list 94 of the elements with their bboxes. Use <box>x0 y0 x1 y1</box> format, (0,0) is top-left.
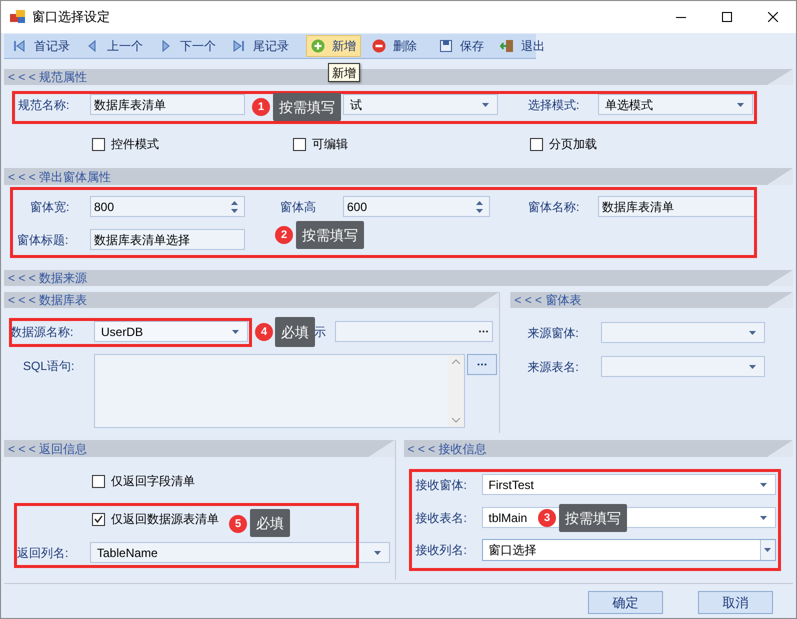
section-header: < < < 数据来源 <box>4 270 793 286</box>
step-badge: 1 <box>252 98 270 116</box>
section-header: < < < 返回信息 <box>4 440 394 457</box>
field-label: SQL语句: <box>23 358 76 375</box>
text-field[interactable]: 数据库表清单 <box>90 94 245 115</box>
dialog-button[interactable]: 取消 <box>698 591 773 614</box>
number-field[interactable]: 800 <box>90 196 245 217</box>
close-icon <box>768 12 778 22</box>
checkbox[interactable] <box>92 512 105 526</box>
door-icon <box>500 39 514 53</box>
caret-icon <box>760 516 766 520</box>
field-label: 窗体标题: <box>17 232 70 248</box>
dropdown[interactable]: 试 <box>343 94 498 115</box>
browse-field[interactable] <box>335 321 493 342</box>
minimize-icon <box>676 16 686 18</box>
caret-icon <box>749 364 756 368</box>
app-icon <box>10 10 26 24</box>
toolbar-button[interactable]: 保存 <box>434 35 489 57</box>
checkbox-label[interactable]: 仅返回数据源表清单 <box>111 510 219 528</box>
spinner-icon <box>231 200 238 212</box>
window-title: 窗口选择设定 <box>32 8 110 26</box>
field-label: 选择模式: <box>528 96 580 114</box>
dropdown[interactable]: TableName <box>90 542 390 563</box>
step-badge: 2 <box>275 226 293 244</box>
step-badge: 4 <box>255 323 273 341</box>
field-label: 返回列名: <box>17 544 70 562</box>
field-label: 来源表名: <box>527 358 580 376</box>
maximize-icon <box>722 12 732 22</box>
dialog-button[interactable]: 确定 <box>588 591 663 614</box>
toolbar-button[interactable]: 首记录 <box>8 35 75 57</box>
text-field[interactable]: 数据库表清单选择 <box>90 229 245 250</box>
ellipsis-icon <box>477 363 487 366</box>
spinner-icon <box>476 200 483 212</box>
field-label: 来源窗体: <box>527 324 580 342</box>
caret-icon <box>374 550 381 554</box>
caret-icon <box>482 102 489 106</box>
hint-tooltip: 按需填写 <box>273 93 341 121</box>
hint-tooltip: 按需填写 <box>559 504 627 532</box>
hint-tooltip: 必填 <box>275 317 315 347</box>
checkbox-label[interactable]: 仅返回字段清单 <box>111 472 195 490</box>
minus-icon <box>372 39 386 53</box>
hint-tooltip: 按需填写 <box>296 221 364 249</box>
field-label: 接收表名: <box>416 510 468 526</box>
checkbox-label[interactable]: 控件模式 <box>111 135 159 153</box>
section-header: < < < 接收信息 <box>404 440 793 457</box>
field-label: 窗体高 <box>280 198 317 216</box>
checkbox[interactable] <box>92 138 105 150</box>
first-record-icon <box>13 39 27 53</box>
scrollbar[interactable] <box>448 355 464 427</box>
caret-icon <box>764 548 771 552</box>
dropdown[interactable] <box>601 356 766 377</box>
dropdown[interactable] <box>601 322 766 343</box>
checkbox[interactable] <box>92 474 105 488</box>
last-record-icon <box>232 39 246 53</box>
checkmark-icon <box>94 515 103 523</box>
field-label: 接收窗体: <box>416 476 468 494</box>
checkbox-label[interactable]: 分页加载 <box>549 135 597 153</box>
caret-icon <box>232 330 239 334</box>
dropdown[interactable]: UserDB <box>94 321 248 342</box>
dropdown[interactable]: 单选模式 <box>598 94 753 115</box>
plus-icon <box>311 39 325 53</box>
field-label: 示 <box>314 324 327 340</box>
scroll-down-icon <box>452 418 460 423</box>
browse-button[interactable] <box>467 354 497 375</box>
text-field[interactable]: 数据库表清单 <box>598 196 755 217</box>
dropdown[interactable]: FirstTest <box>482 474 776 495</box>
toolbar-button[interactable]: 上一个 <box>81 35 148 57</box>
toolbar-button[interactable]: 下一个 <box>154 35 221 57</box>
toolbar-button[interactable]: 退出 <box>495 35 550 57</box>
toolbar-button[interactable]: 删除 <box>367 35 422 57</box>
floppy-icon <box>439 39 453 53</box>
tooltip: 新增 <box>328 63 360 82</box>
caret-icon <box>737 102 744 106</box>
toolbar-button[interactable]: 新增 <box>306 35 361 57</box>
text-area[interactable] <box>94 354 465 428</box>
caret-icon <box>760 482 766 486</box>
checkbox[interactable] <box>530 138 543 150</box>
combo-box[interactable]: 窗口选择 <box>482 539 776 561</box>
field-label: 窗体宽: <box>30 198 70 216</box>
step-badge: 5 <box>229 515 247 533</box>
field-label: 接收列名: <box>416 542 468 559</box>
checkbox-label[interactable]: 可编辑 <box>312 135 348 153</box>
field-label: 窗体名称: <box>528 198 580 216</box>
scroll-up-icon <box>452 359 460 364</box>
toolbar-button[interactable]: 尾记录 <box>227 35 294 57</box>
section-header: < < < 数据库表 <box>4 292 500 308</box>
number-field[interactable]: 600 <box>343 196 490 217</box>
hint-tooltip: 必填 <box>250 509 290 537</box>
section-header: < < < 弹出窗体属性 <box>4 168 793 185</box>
section-header: < < < 窗体表 <box>510 292 793 308</box>
ellipsis-icon <box>479 330 488 333</box>
checkbox[interactable] <box>293 138 306 150</box>
field-label: 规范名称: <box>18 96 70 114</box>
caret-icon <box>749 330 756 334</box>
